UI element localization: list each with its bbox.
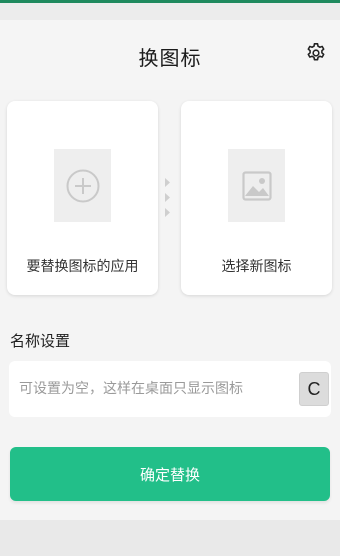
new-icon-card[interactable]: 选择新图标 — [181, 101, 332, 295]
header: 换图标 — [0, 20, 340, 90]
source-app-placeholder — [54, 149, 111, 222]
settings-button[interactable] — [305, 42, 327, 64]
source-app-card[interactable]: 要替换图标的应用 — [7, 101, 158, 295]
source-app-label: 要替换图标的应用 — [26, 259, 139, 275]
new-icon-placeholder — [228, 149, 285, 222]
reset-name-button[interactable]: C — [299, 372, 329, 406]
name-input[interactable] — [19, 377, 285, 401]
bottom-strip — [0, 520, 340, 556]
arrows-separator — [164, 176, 172, 220]
add-circle-icon — [66, 169, 99, 202]
page-title: 换图标 — [138, 46, 202, 70]
name-settings-row: C — [9, 361, 331, 417]
new-icon-label: 选择新图标 — [221, 259, 292, 275]
name-settings-title: 名称设置 — [10, 332, 71, 350]
confirm-replace-button[interactable]: 确定替换 — [10, 447, 330, 501]
chevron-arrows-icon — [165, 178, 170, 217]
image-icon — [241, 170, 272, 201]
status-strip — [0, 0, 340, 20]
gear-icon — [307, 43, 325, 61]
